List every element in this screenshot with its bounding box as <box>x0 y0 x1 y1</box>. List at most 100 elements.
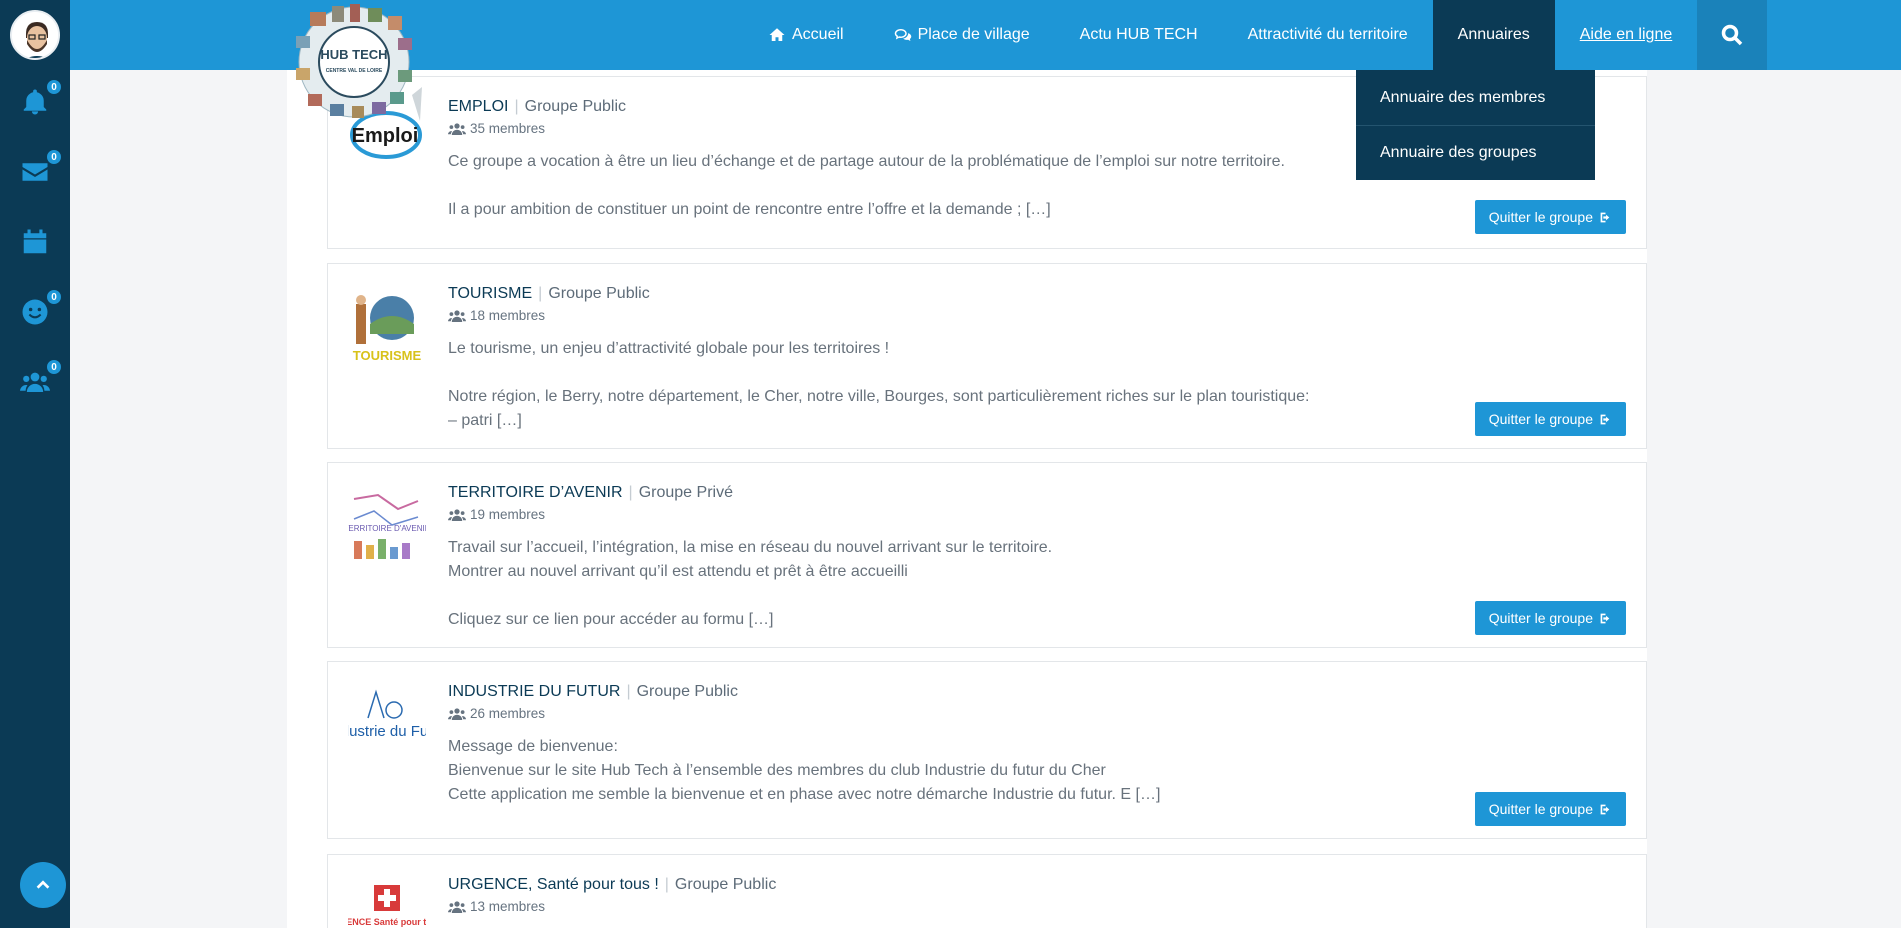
hub-tech-logo[interactable]: HUB TECH CENTRE VAL DE LOIRE <box>290 2 418 120</box>
description-line: Travail sur l’accueil, l’intégration, la… <box>448 539 1053 556</box>
message-count-badge: 0 <box>45 148 63 166</box>
dropdown-annuaire-groupes[interactable]: Annuaire des groupes <box>1356 125 1595 180</box>
users-icon <box>448 508 466 521</box>
group-thumbnail[interactable]: URGENCE Santé pour tous ! <box>348 881 426 928</box>
group-card: URGENCE Santé pour tous ! URGENCE, Santé… <box>327 854 1647 928</box>
group-header: INDUSTRIE DU FUTUR | Groupe Public <box>448 682 1626 702</box>
group-members: 26 membres <box>448 706 1626 721</box>
group-thumbnail-text: TOURISME <box>353 348 422 363</box>
description-line: Bienvenue sur le site Hub Tech à l’ensem… <box>448 762 1106 779</box>
group-description: Le tourisme, un enjeu d’attractivité glo… <box>448 337 1626 433</box>
logo-subtext: CENTRE VAL DE LOIRE <box>326 68 383 74</box>
leave-group-button[interactable]: Quitter le groupe <box>1474 200 1626 234</box>
group-name-link[interactable]: URGENCE, Santé pour tous ! <box>448 876 659 893</box>
leave-group-button[interactable]: Quitter le groupe <box>1474 601 1626 635</box>
sign-out-icon <box>1600 212 1610 222</box>
calendar-icon <box>23 229 47 254</box>
group-name-link[interactable]: INDUSTRIE DU FUTUR <box>448 683 620 700</box>
search-button[interactable] <box>1697 0 1768 70</box>
description-line: Il a pour ambition de constituer un poin… <box>448 201 1051 218</box>
home-icon <box>769 28 785 41</box>
leave-group-label: Quitter le groupe <box>1488 209 1593 225</box>
group-type: Groupe Public <box>548 285 650 302</box>
users-icon <box>448 900 466 913</box>
users-icon <box>448 309 466 322</box>
group-card-body: TOURISME | Groupe Public 18 membres Le tou… <box>448 284 1626 433</box>
users-icon <box>448 122 466 135</box>
group-type: Groupe Privé <box>638 484 733 501</box>
scroll-to-top-button[interactable] <box>20 862 66 908</box>
left-sidebar: 0 0 0 0 <box>0 0 70 928</box>
separator: | <box>628 484 633 501</box>
description-line <box>448 584 1626 608</box>
separator: | <box>626 683 631 700</box>
group-description: Message de bienvenue: Bienvenue sur le s… <box>448 735 1626 807</box>
nav-accueil[interactable]: Accueil <box>743 0 869 70</box>
description-line: – patri […] <box>448 412 522 429</box>
group-thumbnail[interactable]: TOURISME <box>348 290 426 368</box>
nav-annuaires[interactable]: Annuaires <box>1432 0 1555 70</box>
separator: | <box>664 876 669 893</box>
sidebar-messages[interactable]: 0 <box>0 142 70 202</box>
notification-count-badge: 0 <box>45 78 63 96</box>
group-header: TOURISME | Groupe Public <box>448 284 1626 304</box>
nav-attractivite[interactable]: Attractivité du territoire <box>1223 0 1433 70</box>
group-thumbnail[interactable]: Industrie du Futur <box>348 688 426 766</box>
leave-group-button[interactable]: Quitter le groupe <box>1474 792 1626 826</box>
nav-aide-en-ligne[interactable]: Aide en ligne <box>1554 0 1698 70</box>
description-line: Cette application me semble la bienvenue… <box>448 786 1161 803</box>
group-header: URGENCE, Santé pour tous ! | Groupe Public <box>448 875 1626 895</box>
member-count: 26 membres <box>470 706 546 721</box>
nav-accueil-label: Accueil <box>792 26 844 43</box>
sidebar-friends[interactable]: 0 <box>0 282 70 342</box>
dropdown-annuaire-membres[interactable]: Annuaire des membres <box>1356 70 1595 125</box>
group-header: TERRITOIRE D’AVENIR | Groupe Privé <box>448 483 1626 503</box>
group-type: Groupe Public <box>636 683 738 700</box>
nav-aide-en-ligne-label: Aide en ligne <box>1579 26 1673 43</box>
logo-text: HUB TECH <box>320 47 387 62</box>
group-thumbnail-text: Emploi <box>352 125 419 147</box>
member-count: 19 membres <box>470 507 546 522</box>
leave-group-button[interactable]: Quitter le groupe <box>1474 402 1626 436</box>
description-line: Message de bienvenue: <box>448 738 618 755</box>
group-name-link[interactable]: EMPLOI <box>448 98 508 115</box>
comments-icon <box>894 29 911 41</box>
group-thumbnail-text: Industrie du Futur <box>348 723 426 740</box>
member-count: 35 membres <box>470 121 546 136</box>
sidebar-groups[interactable]: 0 <box>0 352 70 412</box>
leave-group-label: Quitter le groupe <box>1488 801 1593 817</box>
leave-group-label: Quitter le groupe <box>1488 411 1593 427</box>
nav-actu-hub-tech[interactable]: Actu HUB TECH <box>1055 0 1223 70</box>
annuaires-dropdown-menu: Annuaire des membres Annuaire des groupe… <box>1356 70 1595 180</box>
group-card-body: INDUSTRIE DU FUTUR | Groupe Public 26 memb… <box>448 682 1626 807</box>
member-count: 13 membres <box>470 899 546 914</box>
sidebar-calendar[interactable] <box>0 212 70 272</box>
search-icon <box>1721 24 1743 46</box>
nav-place-de-village-label: Place de village <box>917 26 1030 43</box>
group-name-link[interactable]: TOURISME <box>448 285 532 302</box>
nav-attractivite-label: Attractivité du territoire <box>1247 26 1408 43</box>
group-thumbnail-text: URGENCE Santé pour tous ! <box>348 917 426 927</box>
sign-out-icon <box>1600 804 1610 814</box>
avatar[interactable] <box>10 10 60 60</box>
main-nav: Accueil Place de village Actu HUB TECH A… <box>743 0 1768 70</box>
group-thumbnail-text: TERRITOIRE D'AVENIR <box>348 524 426 533</box>
sign-out-icon <box>1600 414 1610 424</box>
group-name-link[interactable]: TERRITOIRE D’AVENIR <box>448 484 623 501</box>
sign-out-icon <box>1600 613 1610 623</box>
group-count-badge: 0 <box>45 358 63 376</box>
description-line: Notre région, le Berry, notre départemen… <box>448 388 1310 405</box>
group-type: Groupe Public <box>674 876 777 893</box>
separator: | <box>514 98 519 115</box>
chevron-up-icon <box>36 880 50 889</box>
description-line: Cliquez sur ce lien pour accéder au form… <box>448 611 774 628</box>
users-icon <box>448 707 466 720</box>
member-count: 18 membres <box>470 308 546 323</box>
group-card-body: TERRITOIRE D’AVENIR | Groupe Privé 19 memb… <box>448 483 1626 632</box>
nav-place-de-village[interactable]: Place de village <box>869 0 1055 70</box>
separator: | <box>538 285 543 302</box>
sidebar-notifications[interactable]: 0 <box>0 72 70 132</box>
group-card: Industrie du Futur INDUSTRIE DU FUTUR | Gr… <box>327 661 1647 839</box>
group-thumbnail[interactable]: TERRITOIRE D'AVENIR <box>348 489 426 567</box>
group-members: 19 membres <box>448 507 1626 522</box>
